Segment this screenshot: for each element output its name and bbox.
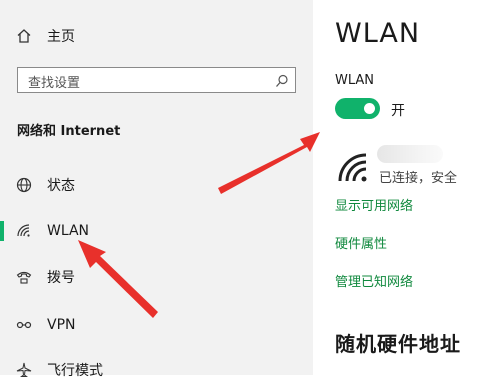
home-nav-item[interactable]: 主页 (0, 18, 313, 54)
sidebar-item-airplane[interactable]: 飞行模式 (0, 352, 313, 388)
page-title: WLAN (335, 18, 421, 49)
section-title: 网络和 Internet (17, 124, 121, 139)
sidebar-item-label: 拨号 (47, 270, 75, 286)
sidebar-item-label: VPN (47, 317, 76, 333)
random-hardware-address-heading: 随机硬件地址 (335, 332, 461, 356)
search-input[interactable]: 查找设置 (17, 67, 296, 93)
globe-icon (14, 175, 34, 195)
dialup-icon (14, 267, 34, 287)
vpn-icon (14, 315, 34, 335)
wifi-signal-icon[interactable] (337, 151, 371, 183)
wlan-toggle[interactable] (335, 98, 380, 119)
wlan-settings-pane: WLAN WLAN 开 已连接，安全 显示可用网络 硬件属性 管理已知网络 随机… (313, 0, 500, 375)
sidebar-item-vpn[interactable]: VPN (0, 307, 313, 343)
sidebar-item-label: WLAN (47, 223, 90, 239)
airplane-icon (14, 360, 34, 380)
manage-known-networks-link[interactable]: 管理已知网络 (335, 271, 413, 290)
hardware-properties-link[interactable]: 硬件属性 (335, 233, 387, 252)
toggle-state-label: 开 (391, 103, 405, 119)
sidebar-item-status[interactable]: 状态 (0, 167, 313, 203)
sidebar-item-label: 状态 (47, 178, 75, 194)
home-icon (14, 26, 34, 46)
settings-sidebar: 主页 查找设置 网络和 Internet 状态 WLAN 拨号 VPN 飞行模式 (0, 0, 313, 379)
sidebar-item-wlan[interactable]: WLAN (0, 213, 313, 249)
sidebar-item-label: 飞行模式 (47, 363, 103, 379)
home-label: 主页 (47, 29, 75, 45)
show-available-networks-link[interactable]: 显示可用网络 (335, 195, 413, 214)
wlan-toggle-label: WLAN (335, 73, 375, 88)
network-status: 已连接，安全 (379, 171, 458, 186)
sidebar-item-dialup[interactable]: 拨号 (0, 259, 313, 295)
network-name-redacted (377, 145, 443, 163)
search-icon[interactable] (275, 73, 289, 87)
search-placeholder: 查找设置 (28, 76, 81, 91)
wifi-icon (14, 221, 34, 241)
toggle-knob (364, 103, 375, 114)
